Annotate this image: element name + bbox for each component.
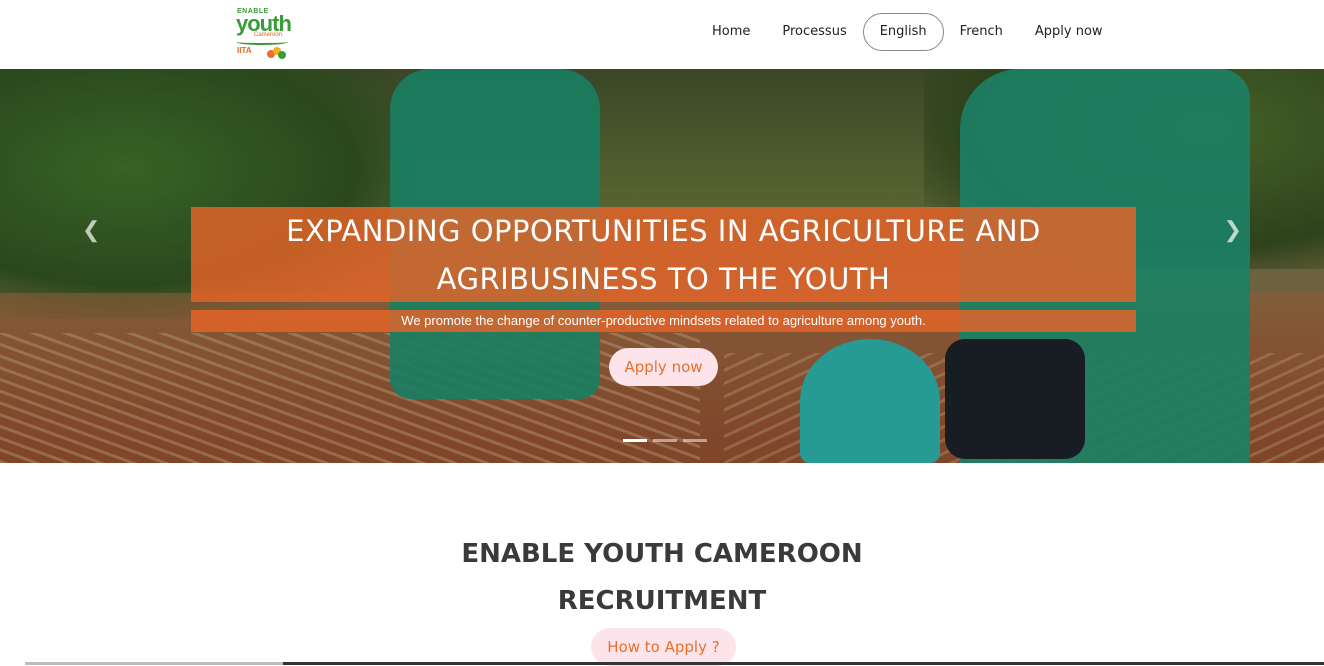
hero-headline-line1: EXPANDING OPPORTUNITIES IN AGRICULTURE A… [286,214,1041,248]
hero-headline: EXPANDING OPPORTUNITIES IN AGRICULTURE A… [191,207,1136,302]
logo-dots-icon [267,47,287,59]
brand-logo[interactable]: ENABLE youth Cameroon IITA [234,8,292,60]
carousel-indicator[interactable] [623,439,647,442]
nav-home[interactable]: Home [696,13,766,51]
nav-french[interactable]: French [944,13,1019,51]
nav-apply-now[interactable]: Apply now [1019,13,1119,51]
hero-subtitle: We promote the change of counter-product… [191,310,1136,332]
section-title: ENABLE YOUTH CAMEROON RECRUITMENT [0,531,1324,625]
nav-menu: Home Processus English French Apply now [696,13,1119,51]
logo-swoosh [236,39,288,45]
nav-processus[interactable]: Processus [766,13,862,51]
hero-carousel: ❮ ❯ EXPANDING OPPORTUNITIES IN AGRICULTU… [0,69,1324,463]
hero-apply-button[interactable]: Apply now [609,348,718,386]
hero-headline-line2: AGRIBUSINESS TO THE YOUTH [436,262,891,296]
section-title-line2: RECRUITMENT [557,586,767,616]
navbar: ENABLE youth Cameroon IITA Home Processu… [0,0,1324,69]
carousel-indicators [623,439,707,442]
logo-iita-text: IITA [237,46,252,55]
nav-english[interactable]: English [862,13,944,51]
how-to-apply-button[interactable]: How to Apply ? [591,628,736,666]
chevron-left-icon[interactable]: ❮ [82,217,100,243]
carousel-indicator[interactable] [653,439,677,442]
chevron-right-icon[interactable]: ❯ [1224,217,1242,243]
carousel-indicator[interactable] [683,439,707,442]
section-title-line1: ENABLE YOUTH CAMEROON [461,539,863,569]
logo-cameroon-text: Cameroon [254,32,283,38]
